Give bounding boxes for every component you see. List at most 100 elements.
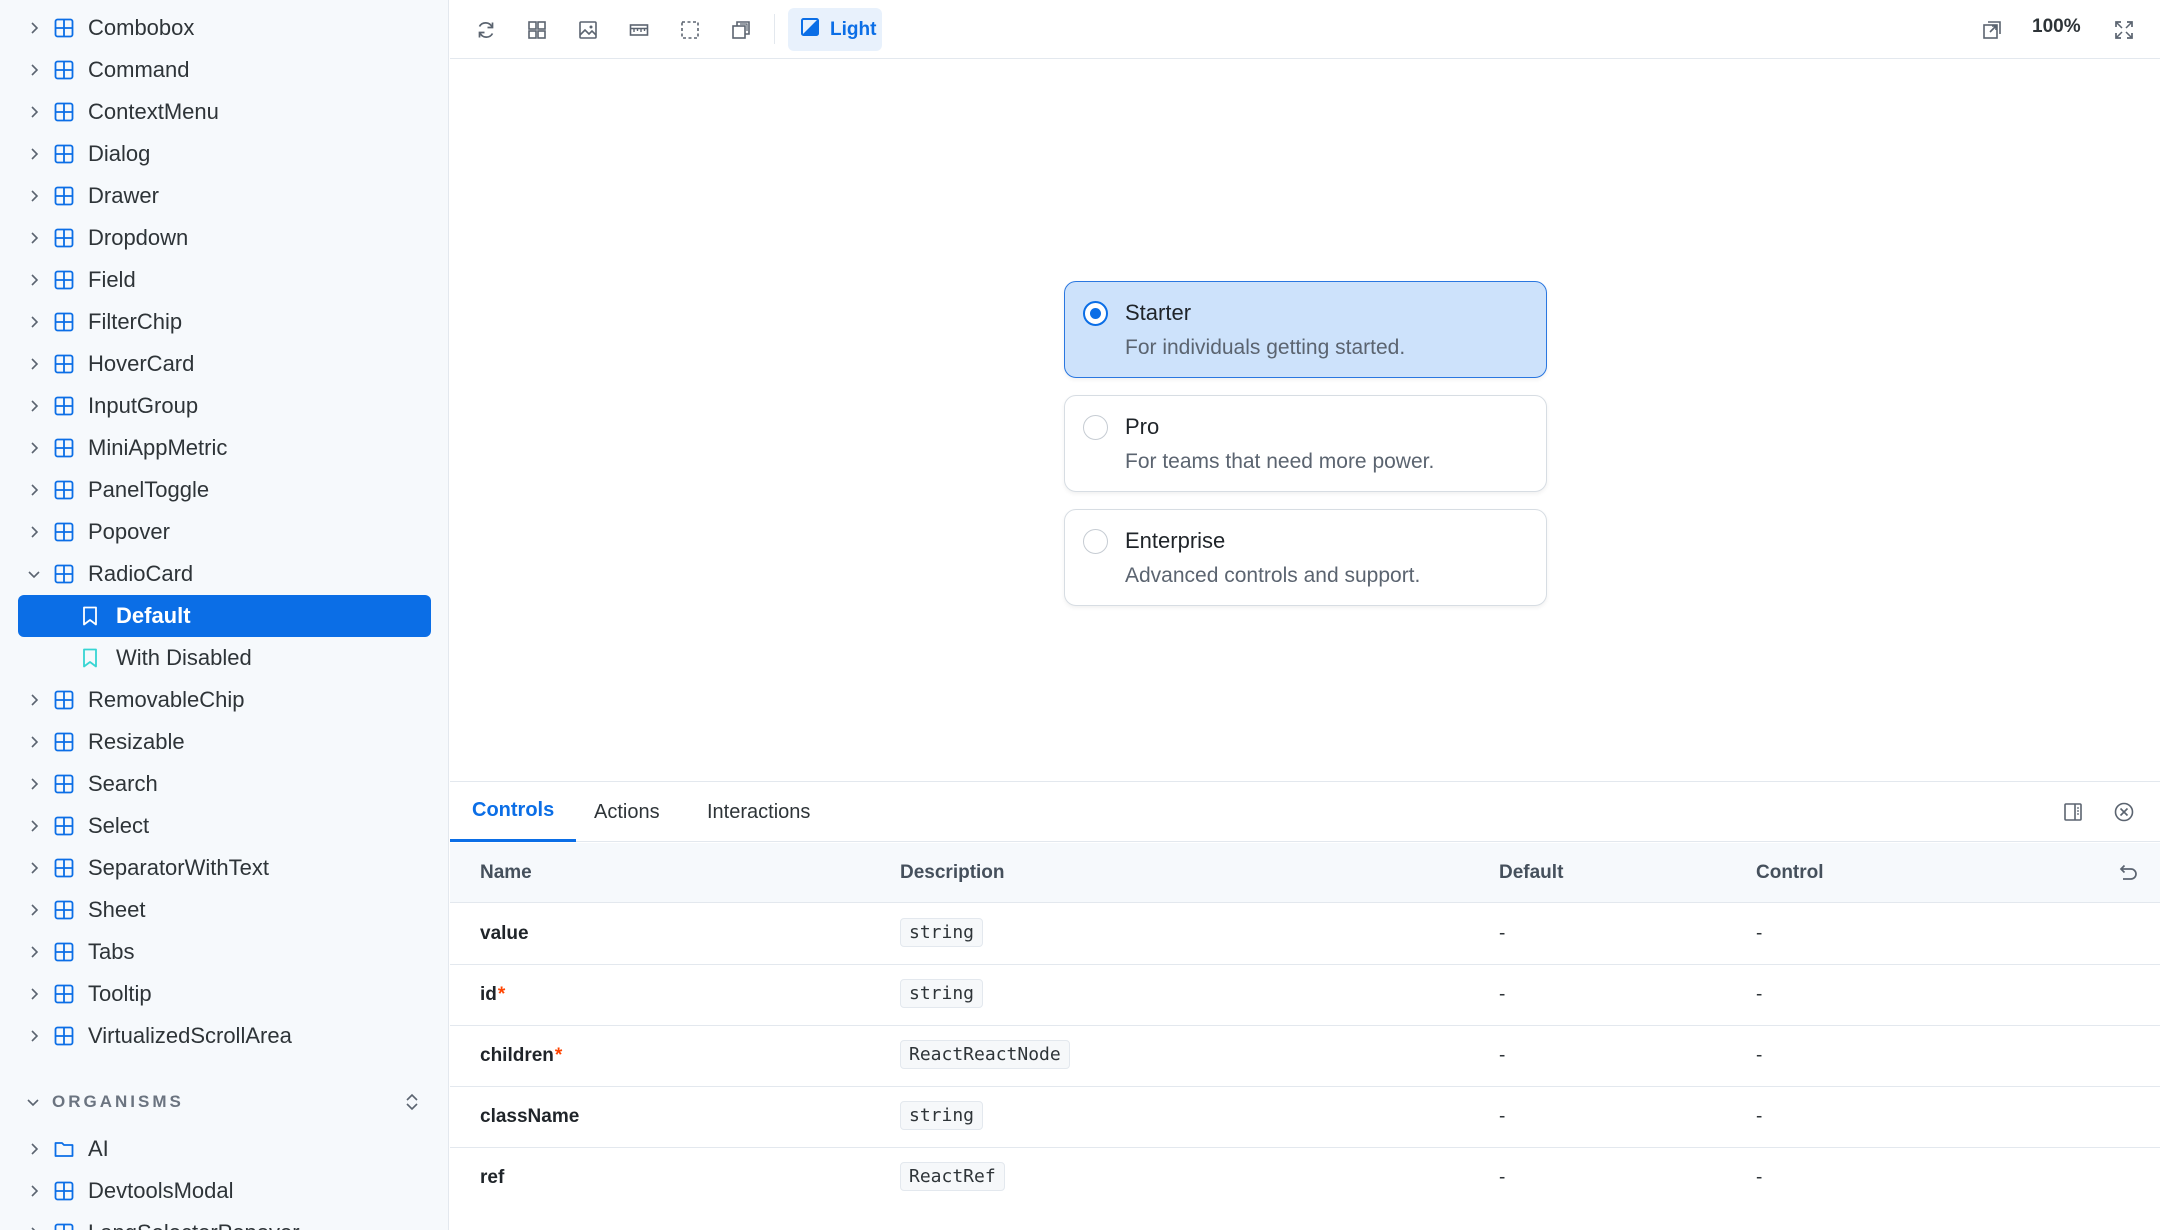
chevron-right-icon (18, 259, 50, 301)
prop-type: string (900, 979, 984, 1008)
fullscreen-icon[interactable] (2106, 12, 2142, 48)
radio-card-enterprise[interactable]: Enterprise Advanced controls and support… (1064, 509, 1547, 606)
component-icon (54, 60, 74, 80)
sidebar-item-popover[interactable]: Popover (18, 511, 431, 553)
outline-icon[interactable] (672, 12, 708, 48)
ruler-icon[interactable] (621, 12, 657, 48)
theme-toggle-button[interactable]: Light (788, 8, 882, 51)
radio-card-description: For teams that need more power. (1125, 450, 1435, 473)
expand-collapse-icon[interactable] (398, 1088, 426, 1116)
prop-control[interactable]: - (1756, 1167, 1762, 1189)
panel-orientation-icon[interactable] (2059, 798, 2087, 826)
sidebar-item-label: AI (88, 1136, 109, 1161)
sidebar-item-dropdown[interactable]: Dropdown (18, 217, 431, 259)
component-icon (54, 564, 74, 584)
radio-card-starter[interactable]: Starter For individuals getting started. (1064, 281, 1547, 378)
sidebar-item-tabs[interactable]: Tabs (18, 931, 431, 973)
prop-default: - (1499, 923, 1506, 944)
radio-button[interactable] (1083, 529, 1108, 554)
radio-card-pro[interactable]: Pro For teams that need more power. (1064, 395, 1547, 492)
tab-actions[interactable]: Actions (572, 782, 682, 842)
chevron-right-icon (18, 721, 50, 763)
sidebar-item-miniappmetric[interactable]: MiniAppMetric (18, 427, 431, 469)
sidebar-item-filterchip[interactable]: FilterChip (18, 301, 431, 343)
radio-card-description: Advanced controls and support. (1125, 564, 1421, 587)
zoom-level[interactable]: 100% (2032, 16, 2081, 38)
radio-button[interactable] (1083, 301, 1108, 326)
tab-interactions[interactable]: Interactions (685, 782, 832, 842)
sidebar-item-radiocard[interactable]: RadioCard (18, 553, 431, 595)
sidebar-item-label: InputGroup (88, 393, 199, 418)
table-row: className string - - (450, 1087, 2160, 1148)
sidebar-item-drawer[interactable]: Drawer (18, 175, 431, 217)
sidebar-item-devtoolsmodal[interactable]: DevtoolsModal (18, 1170, 431, 1212)
radio-button[interactable] (1083, 415, 1108, 440)
chevron-right-icon (18, 343, 50, 385)
sidebar-item-label: RemovableChip (88, 687, 245, 712)
sidebar-item-paneltoggle[interactable]: PanelToggle (18, 469, 431, 511)
image-background-icon[interactable] (570, 12, 606, 48)
reload-icon[interactable] (468, 12, 504, 48)
prop-type: string (900, 1101, 984, 1130)
chevron-down-icon (18, 553, 50, 595)
section-header-organisms[interactable]: ORGANISMS (26, 1088, 426, 1116)
sidebar-item-sheet[interactable]: Sheet (18, 889, 431, 931)
sidebar-item-ai[interactable]: AI (18, 1128, 431, 1170)
reset-controls-icon[interactable] (2114, 860, 2140, 886)
chevron-right-icon (18, 175, 50, 217)
tab-controls[interactable]: Controls (450, 782, 577, 842)
sidebar-item-label: ContextMenu (88, 99, 219, 124)
prop-control[interactable]: - (1756, 1045, 1762, 1067)
chevron-right-icon (18, 7, 50, 49)
sidebar-item-label: Popover (88, 519, 170, 544)
component-icon (54, 690, 74, 710)
component-icon (54, 270, 74, 290)
prop-control[interactable]: - (1756, 923, 1762, 945)
sidebar-story-with-disabled[interactable]: With Disabled (18, 637, 431, 679)
chevron-right-icon (18, 469, 50, 511)
sidebar-item-resizable[interactable]: Resizable (18, 721, 431, 763)
sidebar-item-select[interactable]: Select (18, 805, 431, 847)
sidebar-item-label: LangSelectorPopover (88, 1220, 300, 1230)
sidebar-item-label: Combobox (88, 15, 195, 40)
sidebar-item-dialog[interactable]: Dialog (18, 133, 431, 175)
grid-icon[interactable] (519, 12, 555, 48)
toolbar-divider (774, 14, 775, 44)
chevron-right-icon (18, 427, 50, 469)
controls-table-header: Name Description Default Control (450, 843, 2160, 903)
sidebar-item-contextmenu[interactable]: ContextMenu (18, 91, 431, 133)
sidebar-item-search[interactable]: Search (18, 763, 431, 805)
sidebar-item-separatorwithtext[interactable]: SeparatorWithText (18, 847, 431, 889)
radio-card-description: For individuals getting started. (1125, 336, 1406, 359)
sidebar: Combobox Command ContextMenu Dialog Draw… (0, 0, 449, 1230)
component-icon (54, 942, 74, 962)
sidebar-item-tooltip[interactable]: Tooltip (18, 973, 431, 1015)
sidebar-item-removablechip[interactable]: RemovableChip (18, 679, 431, 721)
sidebar-item-field[interactable]: Field (18, 259, 431, 301)
prop-control[interactable]: - (1756, 984, 1762, 1006)
sidebar-item-label: Dialog (88, 141, 151, 166)
toolbar: Light 100% (450, 0, 2160, 59)
bookmark-icon (80, 647, 100, 669)
tab-label: Actions (594, 800, 660, 823)
tab-label: Controls (472, 799, 555, 821)
table-row: children* ReactReactNode - - (450, 1026, 2160, 1087)
prop-type: ReactRef (900, 1162, 1005, 1191)
sidebar-item-combobox[interactable]: Combobox (18, 7, 431, 49)
sidebar-story-default[interactable]: Default (18, 595, 431, 637)
sidebar-item-command[interactable]: Command (18, 49, 431, 91)
prop-control[interactable]: - (1756, 1106, 1762, 1128)
tab-label: Interactions (707, 800, 811, 823)
sidebar-item-hovercard[interactable]: HoverCard (18, 343, 431, 385)
open-in-new-tab-icon[interactable] (1974, 12, 2010, 48)
transparency-icon[interactable] (723, 12, 759, 48)
sidebar-item-inputgroup[interactable]: InputGroup (18, 385, 431, 427)
sidebar-item-label: DevtoolsModal (88, 1178, 234, 1203)
chevron-right-icon (18, 133, 50, 175)
close-panel-icon[interactable] (2110, 798, 2138, 826)
component-icon (54, 858, 74, 878)
component-icon (54, 984, 74, 1004)
column-header-name: Name (480, 862, 532, 883)
sidebar-item-virtualizedscrollarea[interactable]: VirtualizedScrollArea (18, 1015, 431, 1057)
sidebar-item-langselectorpopover[interactable]: LangSelectorPopover (18, 1212, 431, 1230)
